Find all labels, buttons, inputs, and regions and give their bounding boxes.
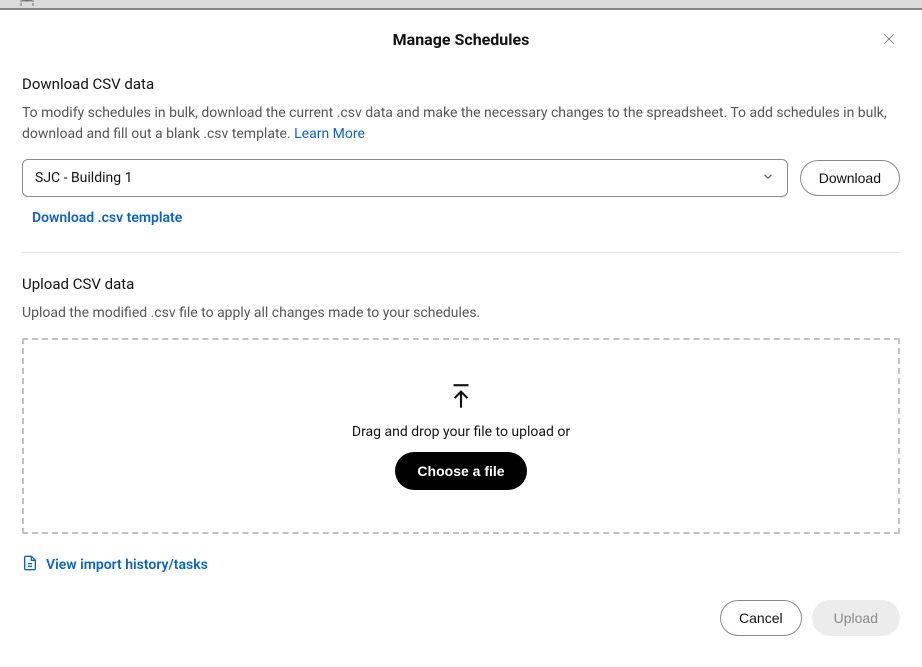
upload-icon xyxy=(448,382,474,412)
learn-more-link[interactable]: Learn More xyxy=(294,126,365,142)
download-heading: Download CSV data xyxy=(22,75,900,93)
upload-heading: Upload CSV data xyxy=(22,275,900,293)
window-grab-bar xyxy=(0,0,922,10)
close-button[interactable] xyxy=(878,28,900,50)
dropzone-text: Drag and drop your file to upload or xyxy=(352,424,570,440)
location-select-value: SJC - Building 1 xyxy=(35,170,132,186)
download-section: Download CSV data To modify schedules in… xyxy=(22,75,900,244)
upload-button[interactable]: Upload xyxy=(812,600,900,636)
download-button[interactable]: Download xyxy=(800,160,900,196)
location-select[interactable]: SJC - Building 1 xyxy=(22,159,788,197)
document-icon xyxy=(22,554,38,576)
close-icon xyxy=(881,31,897,47)
modal-footer: Cancel Upload xyxy=(22,600,900,636)
upload-section: Upload CSV data Upload the modified .csv… xyxy=(22,275,900,534)
chevron-down-icon xyxy=(761,169,775,188)
modal-header: Manage Schedules xyxy=(22,30,900,49)
view-history-link[interactable]: View import history/tasks xyxy=(46,557,208,573)
cancel-button[interactable]: Cancel xyxy=(720,600,802,636)
section-divider xyxy=(22,252,900,253)
modal-title: Manage Schedules xyxy=(393,30,530,49)
history-row: View import history/tasks xyxy=(22,554,900,576)
upload-description: Upload the modified .csv file to apply a… xyxy=(22,303,900,324)
download-description-text: To modify schedules in bulk, download th… xyxy=(22,105,887,142)
download-row: SJC - Building 1 Download xyxy=(22,159,900,197)
manage-schedules-modal: Manage Schedules Download CSV data To mo… xyxy=(0,10,922,646)
choose-file-button[interactable]: Choose a file xyxy=(395,452,526,490)
download-description: To modify schedules in bulk, download th… xyxy=(22,103,900,145)
download-template-link[interactable]: Download .csv template xyxy=(32,210,182,226)
file-dropzone[interactable]: Drag and drop your file to upload or Cho… xyxy=(22,338,900,534)
